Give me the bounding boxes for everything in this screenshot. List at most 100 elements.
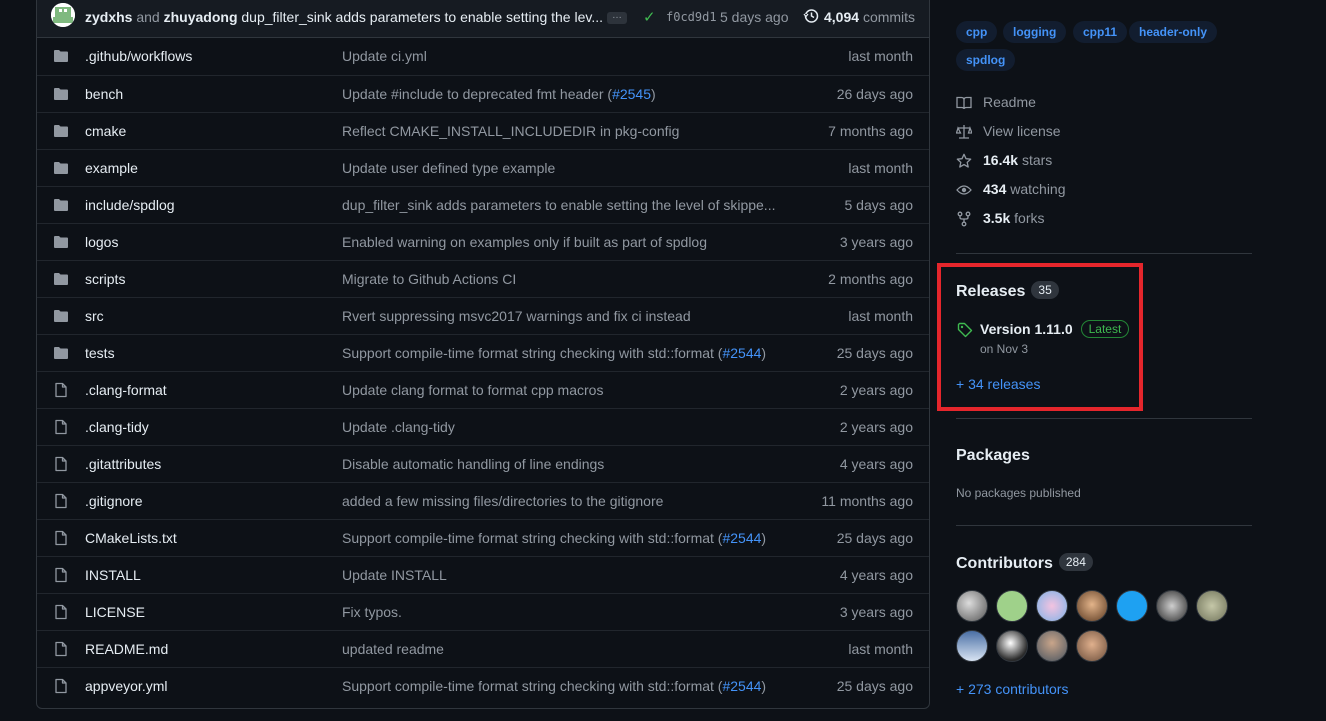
file-row[interactable]: logos Enabled warning on examples only if… [37,223,929,260]
contributor-avatar[interactable] [1076,590,1108,622]
commit-message: Update ci.yml [342,48,427,64]
commit-message-text[interactable]: Update .clang-tidy [342,419,455,435]
file-row[interactable]: .clang-tidy Update .clang-tidy 2 years ago [37,408,929,445]
file-row[interactable]: .github/workflows Update ci.yml last month [37,38,929,75]
folder-name[interactable]: bench [85,86,123,102]
commit-message-text[interactable]: Migrate to Github Actions CI [342,271,516,287]
topic-tag[interactable]: cpp [956,21,998,43]
folder-name[interactable]: .github/workflows [85,48,192,64]
file-row[interactable]: example Update user defined type example l… [37,149,929,186]
commit-message-text[interactable]: Fix typos. [342,604,402,620]
pull-request-link[interactable]: #2545 [612,86,651,102]
topic-tag[interactable]: cpp11 [1073,21,1128,43]
file-list-box: zydxhs and zhuyadong dup_filter_sink add… [36,0,930,709]
file-row[interactable]: src Rvert suppressing msvc2017 warnings a… [37,297,929,334]
file-row[interactable]: CMakeLists.txt Support compile-time forma… [37,519,929,556]
commit-message-text[interactable]: Update #include to deprecated fmt header… [342,86,612,102]
folder-name[interactable]: example [85,160,138,176]
folder-name[interactable]: include/spdlog [85,197,175,213]
commit-message-text[interactable]: Reflect CMAKE_INSTALL_INCLUDEDIR in pkg-… [342,123,679,139]
commit-time: 2 years ago [839,382,913,398]
folder-name[interactable]: tests [85,345,115,361]
contributors-heading[interactable]: Contributors 284 [956,553,1093,573]
folder-name[interactable]: logos [85,234,118,250]
contributor-avatar[interactable] [956,630,988,662]
contributor-avatar[interactable] [996,630,1028,662]
commit-message-text[interactable]: Enabled warning on examples only if buil… [342,234,707,250]
folder-name[interactable]: src [85,308,104,324]
contributor-avatar[interactable] [1036,630,1068,662]
commit-message-text[interactable]: Update user defined type example [342,160,555,176]
packages-heading[interactable]: Packages [956,447,1030,465]
star-icon [956,153,972,168]
commit-message-text[interactable]: Disable automatic handling of line endin… [342,456,604,472]
commit-message-text[interactable]: ) [761,345,766,361]
file-name[interactable]: README.md [85,641,168,657]
file-row[interactable]: include/spdlog dup_filter_sink adds param… [37,186,929,223]
file-row[interactable]: appveyor.yml Support compile-time format … [37,667,929,704]
commit-message-text[interactable]: ) [761,678,766,694]
more-contributors-link[interactable]: + 273 contributors [956,681,1068,697]
file-name[interactable]: .gitattributes [85,456,161,472]
commit-time: last month [848,48,913,64]
file-name[interactable]: appveyor.yml [85,678,167,694]
commit-message[interactable]: dup_filter_sink adds parameters to enabl… [241,9,603,25]
commit-message-text[interactable]: dup_filter_sink adds parameters to enabl… [342,197,775,213]
file-row[interactable]: .gitignore added a few missing files/dire… [37,482,929,519]
file-name[interactable]: .gitignore [85,493,143,509]
commit-message-text[interactable]: Update ci.yml [342,48,427,64]
file-name[interactable]: LICENSE [85,604,145,620]
file-name[interactable]: CMakeLists.txt [85,530,177,546]
contributor-avatar[interactable] [1036,590,1068,622]
topic-tag[interactable]: header-only [1129,21,1218,43]
commit-author-2[interactable]: zhuyadong [164,9,238,25]
file-row[interactable]: scripts Migrate to Github Actions CI 2 mon… [37,260,929,297]
file-row[interactable]: tests Support compile-time format string … [37,334,929,371]
pull-request-link[interactable]: #2544 [722,345,761,361]
author-avatar[interactable] [51,3,75,27]
file-row[interactable]: .clang-format Update clang format to form… [37,371,929,408]
file-row[interactable]: LICENSE Fix typos. 3 years ago [37,593,929,630]
file-name[interactable]: INSTALL [85,567,141,583]
commit-message-text[interactable]: added a few missing files/directories to… [342,493,663,509]
file-row[interactable]: .gitattributes Disable automatic handling… [37,445,929,482]
folder-name[interactable]: scripts [85,271,125,287]
contributor-avatar[interactable] [956,590,988,622]
commit-message-text[interactable]: Support compile-time format string check… [342,678,722,694]
file-row[interactable]: cmake Reflect CMAKE_INSTALL_INCLUDEDIR in… [37,112,929,149]
check-icon[interactable]: ✓ [643,8,656,26]
contributor-avatar[interactable] [1076,630,1108,662]
expand-commit-button[interactable]: … [607,11,627,24]
contributor-avatar[interactable] [1116,590,1148,622]
commit-time: 4 years ago [839,567,913,583]
history-icon[interactable] [803,8,819,24]
commit-message-text[interactable]: Support compile-time format string check… [342,345,722,361]
commit-message: Update INSTALL [342,567,447,583]
commit-author-1[interactable]: zydxhs [85,9,132,25]
commits-link[interactable]: 4,094 commits [824,9,915,25]
commit-message-text[interactable]: ) [651,86,656,102]
file-row[interactable]: README.md updated readme last month [37,630,929,667]
topic-tag[interactable]: spdlog [956,49,1016,71]
commit-time: 5 days ago [720,9,789,25]
pull-request-link[interactable]: #2544 [722,678,761,694]
topic-tag[interactable]: logging [1003,21,1067,43]
file-row[interactable]: bench Update #include to deprecated fmt h… [37,75,929,112]
commit-message-text[interactable]: Support compile-time format string check… [342,530,722,546]
commit-message-text[interactable]: updated readme [342,641,444,657]
contributor-avatar[interactable] [1156,590,1188,622]
commit-message-text[interactable]: Update INSTALL [342,567,447,583]
commit-and: and [136,9,160,25]
contributor-avatar[interactable] [996,590,1028,622]
folder-icon [53,271,69,287]
commit-message-text[interactable]: Update clang format to format cpp macros [342,382,603,398]
commit-message-text[interactable]: ) [761,530,766,546]
folder-name[interactable]: cmake [85,123,126,139]
file-name[interactable]: .clang-tidy [85,419,149,435]
commit-sha[interactable]: f0cd9d1 [666,10,717,24]
commit-message-text[interactable]: Rvert suppressing msvc2017 warnings and … [342,308,691,324]
pull-request-link[interactable]: #2544 [722,530,761,546]
file-name[interactable]: .clang-format [85,382,167,398]
file-row[interactable]: INSTALL Update INSTALL 4 years ago [37,556,929,593]
contributor-avatar[interactable] [1196,590,1228,622]
